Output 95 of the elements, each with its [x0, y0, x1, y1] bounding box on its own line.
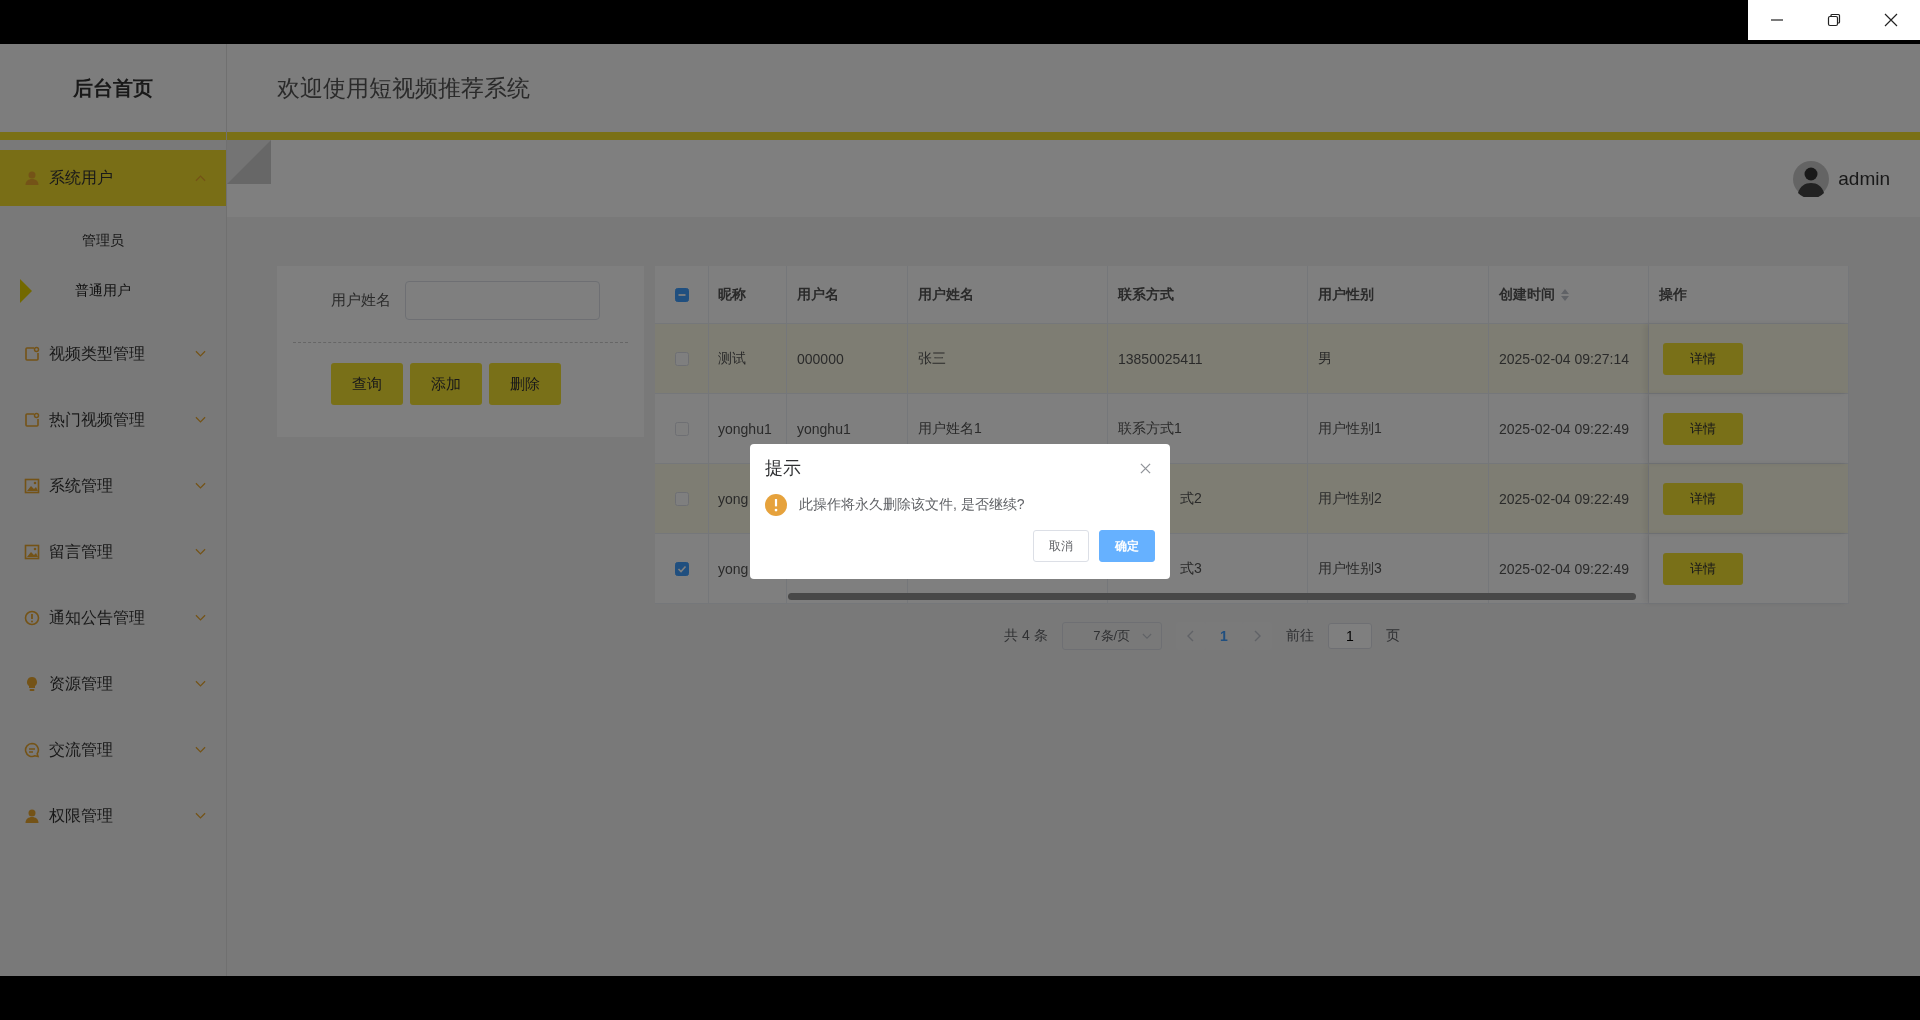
chevron-icon [195, 680, 206, 688]
page-unit: 页 [1385, 627, 1400, 645]
image-icon [24, 478, 40, 494]
table-cell: 2025-02-04 09:22:49 [1499, 490, 1629, 507]
menu-label: 视频类型管理 [49, 343, 146, 364]
menu-item[interactable]: 留言管理 [0, 524, 226, 580]
total-count: 共 4 条 [1004, 627, 1048, 645]
table-cell: 式2 [1180, 489, 1202, 508]
detail-button[interactable]: 详情 [1663, 412, 1743, 445]
menu-label: 交流管理 [49, 739, 114, 760]
chevron-icon [195, 174, 206, 182]
chevron-icon [195, 350, 206, 358]
column-header[interactable]: 操作 [1659, 285, 1687, 304]
table-cell: yong [718, 560, 749, 577]
menu-label: 系统用户 [49, 167, 114, 188]
table-cell: 用户性别3 [1318, 559, 1382, 578]
dialog-title: 提示 [765, 457, 801, 480]
chevron-icon [195, 548, 206, 556]
chevron-icon [195, 812, 206, 820]
table-cell: yong [718, 490, 749, 507]
field-label: 用户姓名 [331, 291, 391, 310]
column-header[interactable]: 创建时间 [1499, 285, 1569, 304]
menu-item[interactable]: 视频类型管理 [0, 326, 226, 382]
select-all-checkbox[interactable] [674, 287, 689, 302]
action-button[interactable]: 添加 [409, 363, 482, 405]
warning-icon [765, 494, 787, 516]
menu-label: 资源管理 [49, 673, 114, 694]
column-header[interactable]: 昵称 [718, 285, 746, 304]
menu-item[interactable]: 热门视频管理 [0, 392, 226, 448]
avatar-icon[interactable] [1793, 160, 1830, 197]
user-name[interactable]: admin [1838, 167, 1890, 190]
menu-item[interactable]: 资源管理 [0, 656, 226, 712]
alert-icon [24, 610, 40, 626]
detail-button[interactable]: 详情 [1663, 482, 1743, 515]
caret-icon[interactable] [1141, 633, 1152, 640]
goto-label: 前往 [1285, 627, 1314, 645]
fold-corner-icon[interactable] [227, 140, 271, 184]
menu-item[interactable]: 通知公告管理 [0, 590, 226, 646]
submenu-item[interactable]: 管理员 [0, 216, 226, 266]
page-title: 欢迎使用短视频推荐系统 [277, 73, 530, 103]
detail-button[interactable]: 详情 [1663, 552, 1743, 585]
cancel-button[interactable]: 取消 [1033, 530, 1089, 562]
menu-item[interactable]: 权限管理 [0, 788, 226, 844]
note-icon [24, 412, 40, 428]
page-size-select[interactable]: 7条/页 [1061, 622, 1162, 650]
table-cell: 13850025411 [1118, 350, 1203, 367]
column-header[interactable]: 联系方式 [1118, 285, 1174, 304]
column-header[interactable]: 用户姓名 [918, 285, 974, 304]
table-cell: 测试 [718, 349, 746, 368]
table-cell: 联系方式1 [1118, 419, 1182, 438]
user-icon [24, 170, 40, 186]
menu-label: 热门视频管理 [49, 409, 146, 430]
page-input[interactable]: 1 [1327, 623, 1372, 649]
menu-label: 留言管理 [49, 541, 114, 562]
close-icon[interactable] [1884, 13, 1899, 27]
bulb-icon [24, 676, 40, 692]
table-cell: 2025-02-04 09:22:49 [1499, 560, 1629, 577]
chevron-icon [195, 416, 206, 424]
table-cell: 张三 [918, 349, 946, 368]
chevron-icon [195, 614, 206, 622]
chevron-icon [195, 482, 206, 490]
menu-item[interactable]: 交流管理 [0, 722, 226, 778]
table-cell: yonghu1 [718, 420, 772, 437]
column-header[interactable]: 用户性别 [1318, 285, 1374, 304]
table-cell: 式3 [1180, 559, 1202, 578]
user-icon [24, 808, 40, 824]
chevron-icon [195, 746, 206, 754]
column-header[interactable]: 用户名 [797, 285, 839, 304]
sort-icon[interactable] [1561, 288, 1569, 301]
image-icon [24, 544, 40, 560]
menu-label: 权限管理 [49, 805, 114, 826]
note-icon [24, 346, 40, 362]
table-cell: 用户性别1 [1318, 419, 1382, 438]
table-cell: 用户性别2 [1318, 489, 1382, 508]
submenu-item[interactable]: 普通用户 [0, 266, 226, 316]
action-button[interactable]: 删除 [488, 363, 561, 405]
action-button[interactable]: 查询 [330, 363, 403, 405]
table-cell: yonghu1 [797, 420, 851, 437]
menu-label: 系统管理 [49, 475, 114, 496]
detail-button[interactable]: 详情 [1663, 342, 1743, 375]
sidebar-title: 后台首页 [0, 44, 226, 132]
table-cell: 000000 [797, 350, 844, 367]
row-checkbox[interactable] [674, 561, 689, 576]
table-cell: 2025-02-04 09:27:14 [1499, 350, 1629, 367]
menu-item[interactable]: 系统用户 [0, 150, 226, 206]
restore-icon[interactable] [1827, 13, 1841, 27]
table-cell: 2025-02-04 09:22:49 [1499, 420, 1629, 437]
confirm-button[interactable]: 确定 [1099, 530, 1155, 562]
dialog-message: 此操作将永久删除该文件, 是否继续? [799, 496, 1025, 514]
chat-icon [24, 742, 40, 758]
menu-item[interactable]: 系统管理 [0, 458, 226, 514]
menu-label: 通知公告管理 [49, 607, 146, 628]
scrollbar[interactable] [788, 593, 1636, 600]
table-cell: 男 [1318, 349, 1332, 368]
table-cell: 用户姓名1 [918, 419, 982, 438]
